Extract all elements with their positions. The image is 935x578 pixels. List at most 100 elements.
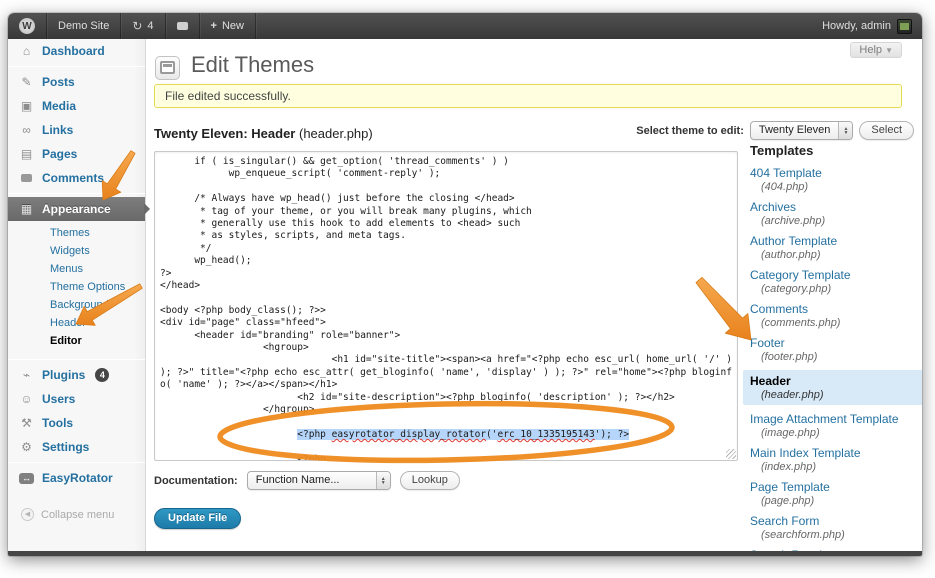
theme-select[interactable]: Twenty Eleven ▲▼: [750, 121, 854, 140]
sidebar-subitem-themes[interactable]: Themes: [8, 224, 145, 242]
collapse-menu-button[interactable]: ◀ Collapse menu: [8, 500, 145, 527]
code-editor[interactable]: if ( is_singular() && get_option( 'threa…: [154, 151, 738, 461]
sidebar-subitem-header[interactable]: Header: [8, 314, 145, 332]
new-label: New: [222, 20, 244, 32]
menu-separator: [8, 359, 145, 360]
sidebar-item-pages[interactable]: ▤Pages: [8, 142, 145, 166]
code-line: </head>: [160, 280, 733, 292]
select-theme-row: Select theme to edit: Twenty Eleven ▲▼ S…: [636, 121, 914, 140]
template-item-archives[interactable]: Archives(archive.php): [750, 200, 920, 227]
template-link[interactable]: Author Template: [750, 234, 920, 248]
file-title: Twenty Eleven: Header (header.php): [154, 126, 373, 141]
function-name-select[interactable]: Function Name... ▲▼: [247, 471, 391, 490]
sidebar-item-users[interactable]: ☺ Users: [8, 387, 145, 411]
home-icon: ⌂: [19, 44, 34, 58]
template-link[interactable]: 404 Template: [750, 166, 920, 180]
code-line: * generally use this hook to add element…: [160, 218, 733, 230]
code-line: [160, 417, 733, 429]
template-item-main-index-template[interactable]: Main Index Template(index.php): [750, 446, 920, 473]
update-file-button[interactable]: Update File: [154, 508, 241, 529]
updates-button[interactable]: ↻ 4: [121, 13, 165, 39]
sidebar-item-label: Users: [42, 392, 75, 406]
templates-heading: Templates: [750, 143, 920, 158]
sidebar-item-links[interactable]: ∞Links: [8, 118, 145, 142]
template-item-search-form[interactable]: Search Form(searchform.php): [750, 514, 920, 541]
template-item-author-template[interactable]: Author Template(author.php): [750, 234, 920, 261]
template-link[interactable]: Header: [750, 374, 922, 388]
sidebar-item-dashboard[interactable]: ⌂Dashboard: [8, 39, 145, 63]
sidebar-item-easyrotator[interactable]: ↔EasyRotator: [8, 466, 145, 490]
template-filename: (404.php): [761, 181, 920, 193]
code-line: wp_head();: [160, 255, 733, 267]
updates-icon: ↻: [132, 19, 142, 33]
template-link[interactable]: Category Template: [750, 268, 920, 282]
sidebar-item-tools[interactable]: ⚒Tools: [8, 411, 145, 435]
code-line: * tag of your theme, or you will break m…: [160, 206, 733, 218]
select-theme-button[interactable]: Select: [859, 121, 914, 140]
comments-button[interactable]: [166, 13, 200, 39]
sidebar-item-appearance[interactable]: ▦Appearance: [8, 197, 145, 221]
lookup-button[interactable]: Lookup: [400, 471, 460, 490]
template-link[interactable]: Image Attachment Template: [750, 412, 920, 426]
sidebar-item-settings[interactable]: ⚙Settings: [8, 435, 145, 459]
template-link[interactable]: Page Template: [750, 480, 920, 494]
template-item-comments[interactable]: Comments(comments.php): [750, 302, 920, 329]
sidebar-subitem-background[interactable]: Background: [8, 296, 145, 314]
template-link[interactable]: Main Index Template: [750, 446, 920, 460]
sidebar-item-label: Comments: [42, 171, 104, 185]
sidebar-item-label: Posts: [42, 75, 75, 89]
template-link[interactable]: Archives: [750, 200, 920, 214]
template-link[interactable]: Search Form: [750, 514, 920, 528]
screenshot-stage: W Demo Site ↻ 4 + New Howdy, admin: [0, 0, 935, 578]
new-content-button[interactable]: + New: [200, 13, 256, 39]
sidebar-subitem-widgets[interactable]: Widgets: [8, 242, 145, 260]
sidebar-item-label: Settings: [42, 440, 89, 454]
chain-icon: ∞: [19, 123, 34, 137]
admin-bar: W Demo Site ↻ 4 + New Howdy, admin: [8, 13, 922, 39]
account-menu[interactable]: Howdy, admin: [812, 13, 922, 39]
admin-sidebar: ⌂Dashboard ✎Posts▣Media∞Links▤Pages Commen…: [8, 39, 146, 551]
code-token: '); ?>: [595, 429, 629, 440]
wordpress-menu-button[interactable]: W: [8, 13, 47, 39]
template-filename: (category.php): [761, 283, 920, 295]
code-token: <?php: [297, 429, 331, 440]
sidebar-item-label: Pages: [42, 147, 77, 161]
file-title-filename: (header.php): [299, 126, 373, 141]
updates-count: 4: [147, 20, 153, 32]
page-title: Edit Themes: [191, 52, 314, 78]
comment-bubble-icon: [177, 22, 188, 30]
code-line: <div id="page" class="hfeed">: [160, 317, 733, 329]
current-menu-arrow: [144, 203, 156, 215]
sidebar-item-comments[interactable]: Comments: [8, 166, 145, 190]
template-item-404-template[interactable]: 404 Template(404.php): [750, 166, 920, 193]
template-link[interactable]: Comments: [750, 302, 920, 316]
howdy-label: Howdy, admin: [822, 20, 891, 32]
template-item-image-attachment-template[interactable]: Image Attachment Template(image.php): [750, 412, 920, 439]
template-item-footer[interactable]: Footer(footer.php): [750, 336, 920, 363]
sidebar-item-posts[interactable]: ✎Posts: [8, 70, 145, 94]
sidebar-menu: ⌂Dashboard ✎Posts▣Media∞Links▤Pages Commen…: [8, 39, 145, 490]
collapse-menu-label: Collapse menu: [41, 509, 114, 521]
users-icon: ☺: [19, 392, 34, 406]
template-link[interactable]: Footer: [750, 336, 920, 350]
sidebar-item-media[interactable]: ▣Media: [8, 94, 145, 118]
sidebar-subitem-theme-options[interactable]: Theme Options: [8, 278, 145, 296]
select-stepper-icon: ▲▼: [376, 472, 390, 489]
site-name-button[interactable]: Demo Site: [47, 13, 121, 39]
sidebar-subitem-editor[interactable]: Editor: [8, 332, 145, 350]
code-line: <?php easyrotator_display_rotator('erc_1…: [160, 429, 733, 441]
sidebar-subitem-menus[interactable]: Menus: [8, 260, 145, 278]
tools-icon: ⚒: [19, 416, 34, 430]
misspelled-token: erc_10_1335195143: [498, 429, 595, 440]
documentation-row: Documentation: Function Name... ▲▼ Looku…: [154, 471, 460, 490]
template-filename: (footer.php): [761, 351, 920, 363]
template-item-category-template[interactable]: Category Template(category.php): [750, 268, 920, 295]
help-button[interactable]: Help ▼: [850, 42, 902, 58]
resize-grip[interactable]: [726, 449, 736, 459]
plus-icon: +: [211, 20, 217, 32]
template-filename: (header.php): [761, 389, 922, 401]
template-filename: (author.php): [761, 249, 920, 261]
sidebar-item-plugins[interactable]: ⌁Plugins4: [8, 363, 145, 387]
template-item-page-template[interactable]: Page Template(page.php): [750, 480, 920, 507]
template-item-header[interactable]: Header(header.php): [743, 370, 922, 405]
